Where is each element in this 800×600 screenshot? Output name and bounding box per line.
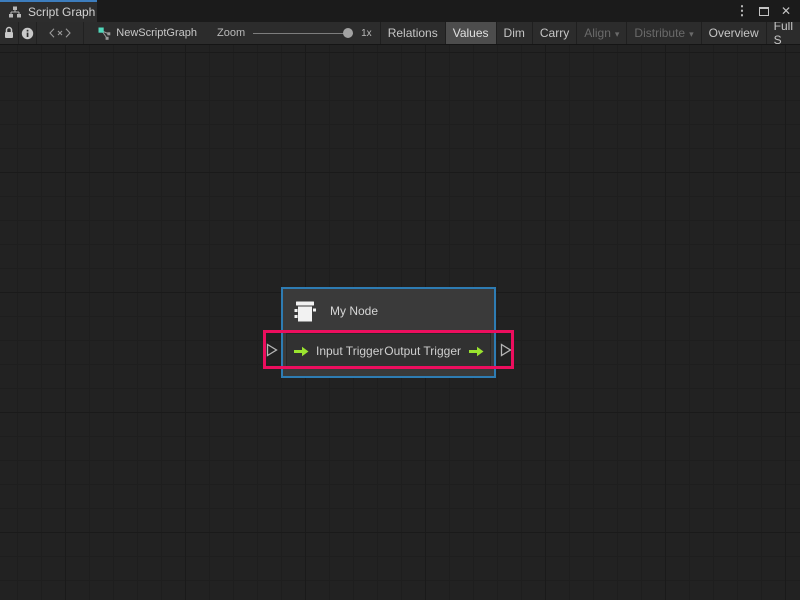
external-output-port[interactable] <box>500 343 512 357</box>
overview-button[interactable]: Overview <box>701 22 766 44</box>
node-my-node[interactable]: My Node Input Trigger Output Trigger <box>281 287 496 378</box>
toolbar-right-group: Relations Values Dim Carry Align ▾ Distr… <box>380 22 800 44</box>
unit-icon <box>293 300 318 323</box>
distribute-dropdown[interactable]: Distribute ▾ <box>626 22 700 44</box>
hierarchy-icon <box>8 6 22 18</box>
carry-button[interactable]: Carry <box>532 22 576 44</box>
lock-button[interactable] <box>0 22 19 44</box>
zoom-control: Zoom 1x <box>209 22 380 44</box>
lock-icon <box>3 26 15 40</box>
port-label: Output Trigger <box>384 344 461 358</box>
angle-brackets-x-icon <box>49 28 71 38</box>
chevron-down-icon: ▾ <box>615 29 620 40</box>
info-icon <box>21 27 34 40</box>
window-controls: ⋮ ✕ <box>734 0 800 22</box>
graph-toolbar: NewScriptGraph Zoom 1x Relations Values … <box>0 22 800 45</box>
port-input-trigger[interactable]: Input Trigger <box>293 344 383 358</box>
hollow-triangle-icon <box>500 343 512 357</box>
graph-breadcrumb[interactable]: NewScriptGraph <box>84 22 209 44</box>
info-button[interactable] <box>19 22 38 44</box>
node-title: My Node <box>330 304 378 318</box>
trigger-arrow-icon <box>468 346 484 357</box>
values-button[interactable]: Values <box>445 22 496 44</box>
maximize-icon <box>759 7 769 16</box>
window-menu-button[interactable]: ⋮ <box>734 2 750 20</box>
zoom-slider-handle[interactable] <box>343 28 353 38</box>
zoom-label: Zoom <box>217 27 245 39</box>
close-button[interactable]: ✕ <box>778 2 794 20</box>
graph-canvas[interactable]: My Node Input Trigger Output Trigger <box>0 45 800 600</box>
zoom-value: 1x <box>361 28 372 39</box>
node-header[interactable]: My Node <box>283 289 494 333</box>
align-dropdown[interactable]: Align ▾ <box>576 22 626 44</box>
relations-button[interactable]: Relations <box>380 22 445 44</box>
tab-title: Script Graph <box>28 5 95 19</box>
zoom-slider[interactable] <box>253 27 353 39</box>
maximize-button[interactable] <box>756 2 772 20</box>
tab-bar: Script Graph ⋮ ✕ <box>0 0 800 22</box>
trigger-arrow-icon <box>293 346 309 357</box>
tab-script-graph[interactable]: Script Graph <box>0 0 97 22</box>
port-output-trigger[interactable]: Output Trigger <box>384 344 484 358</box>
dim-button[interactable]: Dim <box>496 22 532 44</box>
zoom-slider-track <box>253 33 353 34</box>
zoom-to-fit-button[interactable] <box>37 22 84 44</box>
node-ports-row: Input Trigger Output Trigger <box>286 333 491 369</box>
graph-name: NewScriptGraph <box>116 27 197 39</box>
fullscreen-button[interactable]: Full S <box>766 22 800 44</box>
graph-icon <box>98 27 111 40</box>
port-label: Input Trigger <box>316 344 383 358</box>
chevron-down-icon: ▾ <box>689 29 694 40</box>
hollow-triangle-icon <box>266 343 278 357</box>
script-graph-window: Script Graph ⋮ ✕ <box>0 0 800 600</box>
external-input-port[interactable] <box>266 343 278 357</box>
